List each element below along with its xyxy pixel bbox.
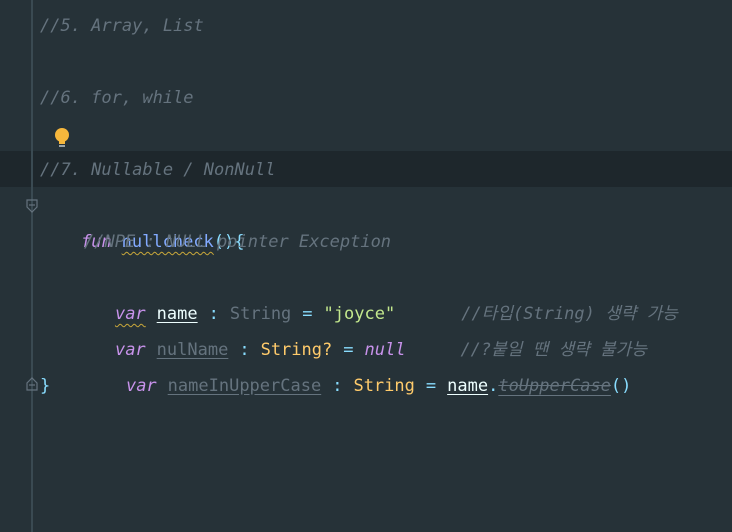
dot: .: [488, 376, 499, 396]
code-editor[interactable]: //5. Array, List //6. for, while //7. Nu…: [0, 0, 732, 532]
code-line-9[interactable]: }: [40, 368, 50, 404]
equals: =: [425, 376, 437, 396]
lightbulb-icon[interactable]: [52, 126, 72, 150]
code-line-2[interactable]: //6. for, while: [40, 80, 194, 116]
deprecated-method[interactable]: toUpperCase: [498, 376, 611, 396]
code-line-6[interactable]: var name: String = "joyce"//타입(String) 생략 가능: [74, 260, 678, 324]
keyword-var: var: [125, 376, 157, 396]
gutter-divider: [31, 0, 33, 532]
fold-icon[interactable]: [26, 199, 38, 213]
code-line-5[interactable]: //NPE : NULL pointer Exception: [84, 224, 391, 260]
parens: (): [610, 376, 632, 396]
receiver-name[interactable]: name: [447, 376, 488, 396]
code-line-7[interactable]: var nulName: String? = null//?붙일 땐 생략 불가능: [74, 296, 647, 360]
code-line-4[interactable]: fun nullcheck(){: [40, 188, 245, 252]
variable-name[interactable]: nameInUpperCase: [168, 376, 322, 396]
code-line-3[interactable]: //7. Nullable / NonNull: [40, 152, 275, 188]
colon: :: [332, 376, 343, 396]
code-line-8[interactable]: var nameInUpperCase: String = name.toUpperCa…: [85, 332, 631, 396]
fold-icon[interactable]: [26, 377, 38, 391]
type-annotation: String: [353, 376, 415, 396]
code-line-1[interactable]: //5. Array, List: [40, 8, 204, 44]
